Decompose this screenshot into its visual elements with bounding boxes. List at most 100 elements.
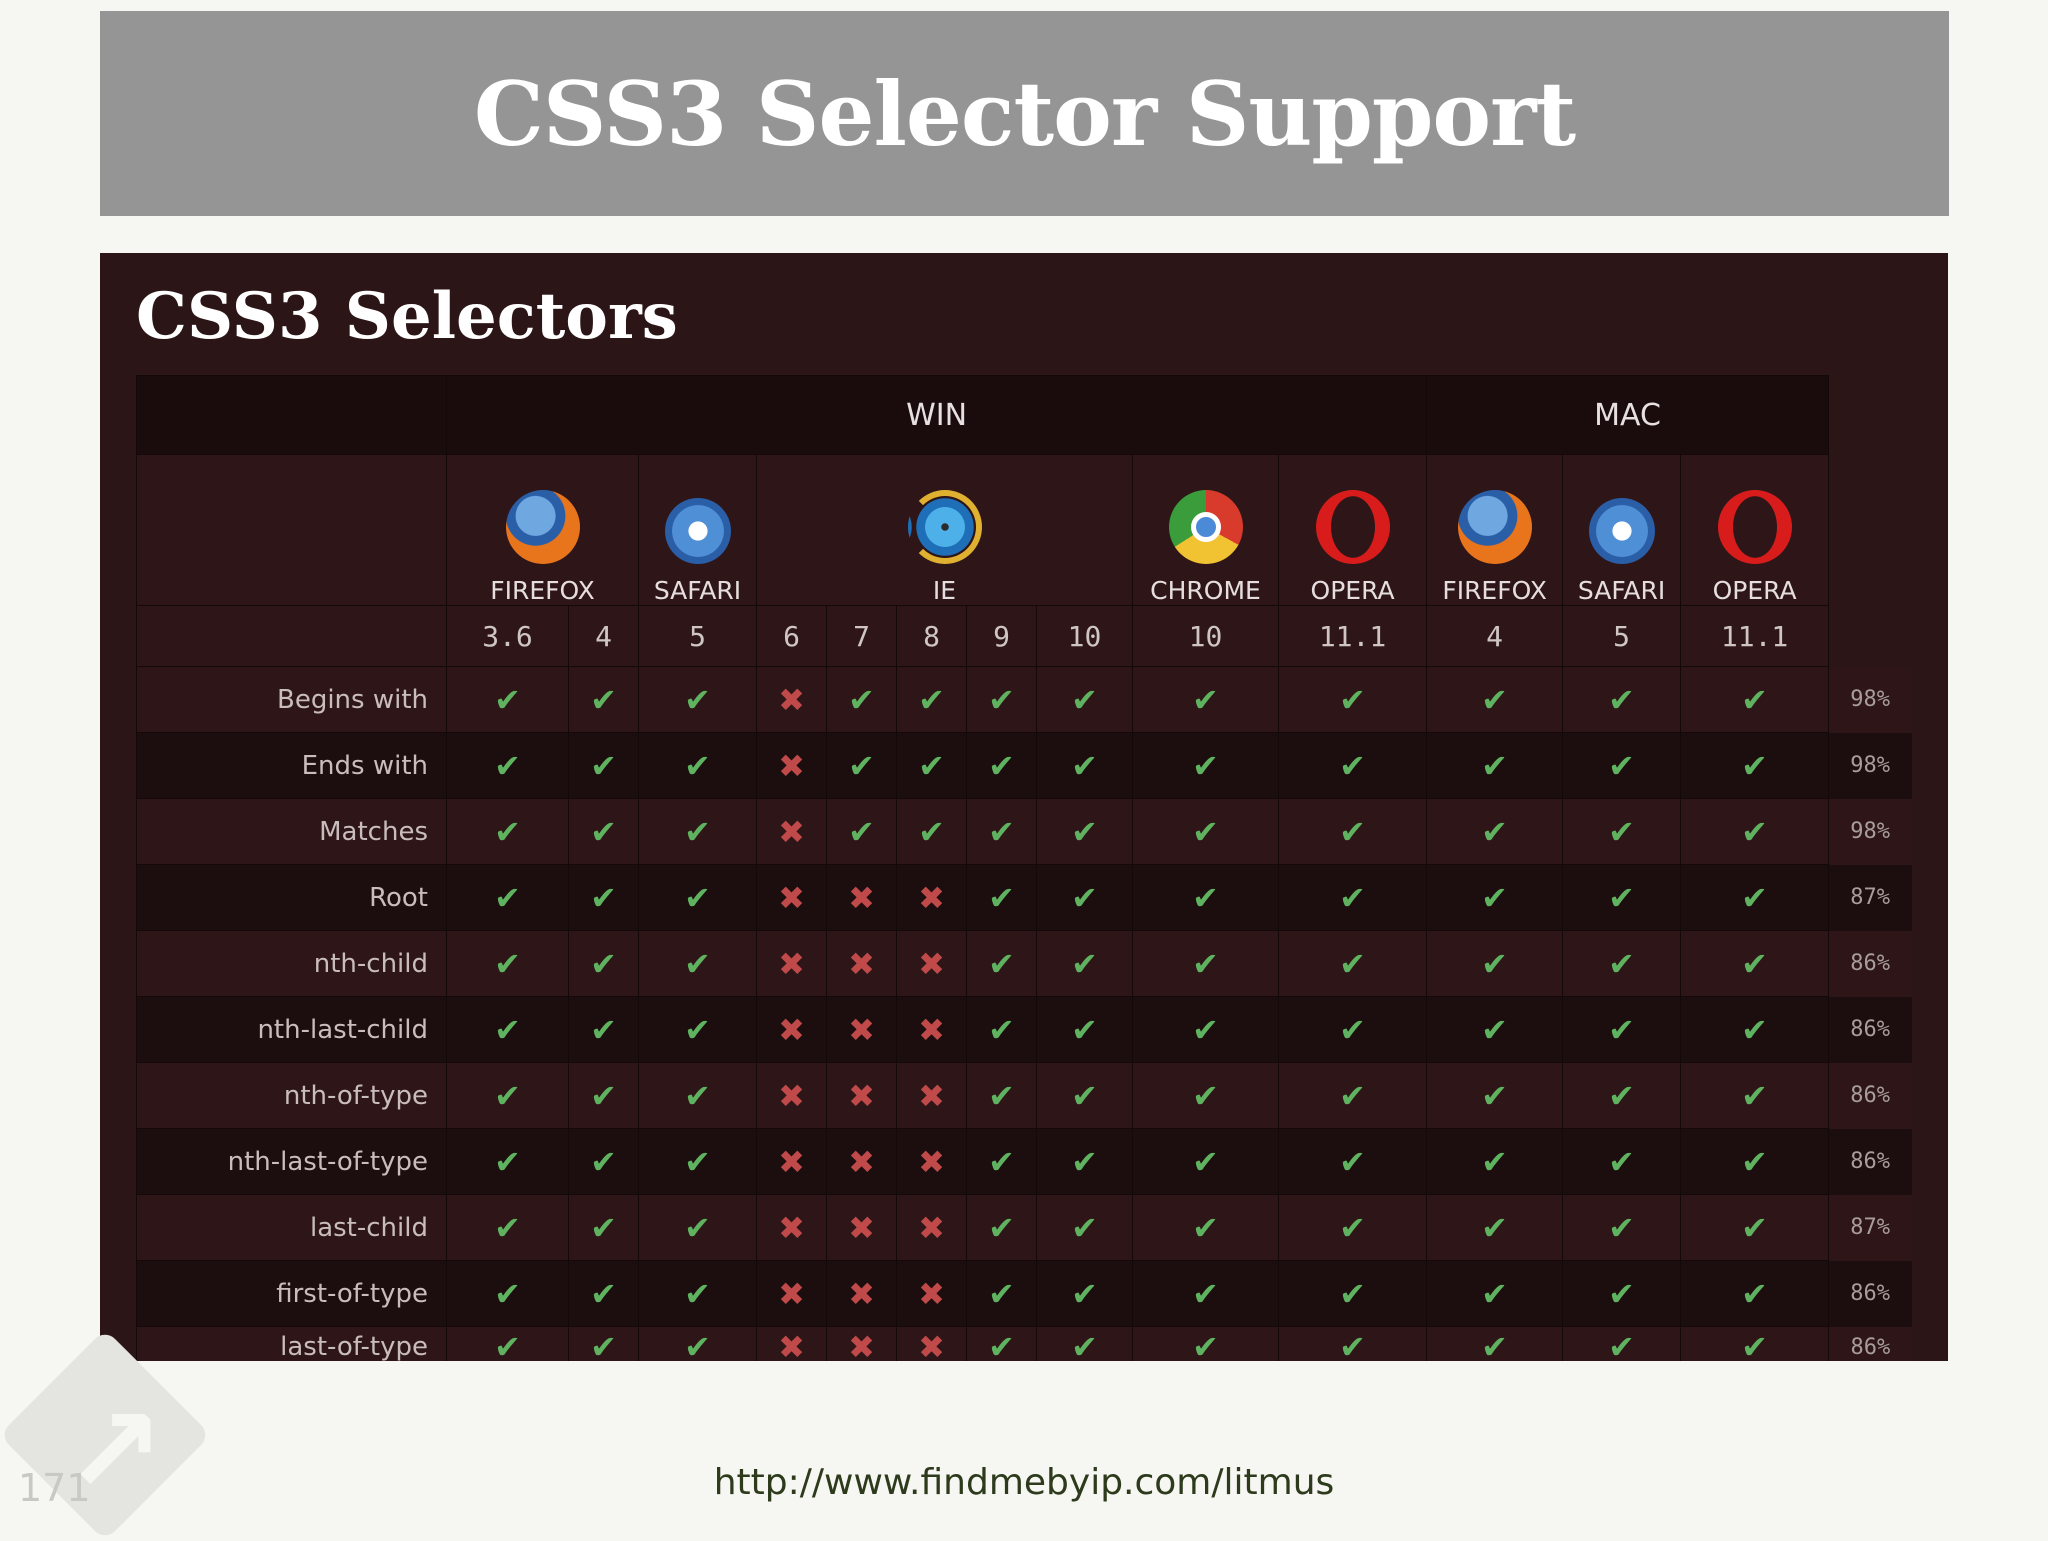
check-icon: ✔	[590, 1142, 617, 1181]
check-icon: ✔	[1481, 1208, 1508, 1247]
check-icon: ✔	[590, 1274, 617, 1313]
check-icon: ✔	[1741, 1328, 1768, 1361]
check-icon: ✔	[1192, 1076, 1219, 1115]
support-percent: 86%	[1828, 1326, 1912, 1361]
selector-label: last-of-type	[136, 1326, 447, 1361]
screenshot-title: CSS3 Selectors	[136, 279, 678, 354]
check-icon: ✔	[1741, 746, 1768, 785]
safari-icon	[1588, 498, 1655, 564]
check-icon: ✔	[1192, 878, 1219, 917]
check-icon: ✔	[684, 1274, 711, 1313]
check-icon: ✔	[1481, 1010, 1508, 1049]
check-icon: ✔	[1481, 1076, 1508, 1115]
check-icon: ✔	[1608, 1328, 1635, 1361]
cross-icon: ✖	[848, 944, 875, 983]
table-row: last-of-type ✔ ✔ ✔ ✖ ✖ ✖ ✔ ✔ ✔ ✔ ✔ ✔ ✔ 86%	[136, 1326, 1912, 1361]
check-icon: ✔	[684, 746, 711, 785]
check-icon: ✔	[1071, 944, 1098, 983]
check-icon: ✔	[1608, 812, 1635, 851]
browser-header-row: FIREFOX SAFARI IE CHROME OPERA FIREFOX S…	[136, 454, 1912, 606]
support-percent: 86%	[1828, 930, 1912, 997]
check-icon: ✔	[494, 746, 521, 785]
check-icon: ✔	[1608, 878, 1635, 917]
check-icon: ✔	[1339, 944, 1366, 983]
version-cell: 5	[1562, 605, 1682, 667]
check-icon: ✔	[1071, 812, 1098, 851]
check-icon: ✔	[1741, 680, 1768, 719]
cross-icon: ✖	[778, 1274, 805, 1313]
check-icon: ✔	[1481, 812, 1508, 851]
cross-icon: ✖	[848, 1208, 875, 1247]
check-icon: ✔	[1192, 812, 1219, 851]
check-icon: ✔	[1339, 1142, 1366, 1181]
check-icon: ✔	[1741, 1010, 1768, 1049]
check-icon: ✔	[684, 878, 711, 917]
browser-safari-mac: SAFARI	[1562, 454, 1682, 606]
check-icon: ✔	[494, 878, 521, 917]
check-icon: ✔	[1741, 1142, 1768, 1181]
check-icon: ✔	[590, 1010, 617, 1049]
cross-icon: ✖	[778, 1142, 805, 1181]
version-cell: 3.6	[446, 605, 569, 667]
cross-icon: ✖	[778, 746, 805, 785]
support-table: WIN MAC FIREFOX SAFARI IE CHROME OPERA F…	[136, 375, 1912, 1361]
support-percent: 86%	[1828, 996, 1912, 1063]
version-cell: 4	[568, 605, 639, 667]
check-icon: ✔	[1192, 1274, 1219, 1313]
support-percent: 98%	[1828, 732, 1912, 799]
browser-opera-mac: OPERA	[1680, 454, 1830, 606]
check-icon: ✔	[1481, 878, 1508, 917]
check-icon: ✔	[848, 680, 875, 719]
table-row: nth-last-child ✔ ✔ ✔ ✖ ✖ ✖ ✔ ✔ ✔ ✔ ✔ ✔ ✔ 86%	[136, 996, 1912, 1063]
check-icon: ✔	[494, 944, 521, 983]
check-icon: ✔	[1339, 812, 1366, 851]
check-icon: ✔	[1741, 944, 1768, 983]
check-icon: ✔	[988, 812, 1015, 851]
check-icon: ✔	[1481, 1328, 1508, 1361]
check-icon: ✔	[1481, 1274, 1508, 1313]
selector-label: last-child	[136, 1194, 447, 1261]
cross-icon: ✖	[778, 944, 805, 983]
check-icon: ✔	[494, 1208, 521, 1247]
cross-icon: ✖	[848, 1274, 875, 1313]
check-icon: ✔	[1608, 746, 1635, 785]
check-icon: ✔	[1608, 680, 1635, 719]
table-row: Begins with ✔ ✔ ✔ ✖ ✔ ✔ ✔ ✔ ✔ ✔ ✔ ✔ ✔ 98%	[136, 666, 1912, 733]
selector-label: Root	[136, 864, 447, 931]
check-icon: ✔	[1741, 1076, 1768, 1115]
check-icon: ✔	[684, 1076, 711, 1115]
version-cell: 7	[826, 605, 897, 667]
check-icon: ✔	[918, 746, 945, 785]
check-icon: ✔	[1339, 1328, 1366, 1361]
version-cell: 9	[966, 605, 1037, 667]
check-icon: ✔	[590, 1328, 617, 1361]
check-icon: ✔	[590, 812, 617, 851]
check-icon: ✔	[1339, 1208, 1366, 1247]
cross-icon: ✖	[918, 1208, 945, 1247]
check-icon: ✔	[1339, 1274, 1366, 1313]
check-icon: ✔	[590, 944, 617, 983]
support-percent: 86%	[1828, 1260, 1912, 1327]
cross-icon: ✖	[918, 1328, 945, 1361]
selector-label: nth-child	[136, 930, 447, 997]
support-percent: 86%	[1828, 1062, 1912, 1129]
check-icon: ✔	[918, 680, 945, 719]
cross-icon: ✖	[918, 1274, 945, 1313]
check-icon: ✔	[1481, 944, 1508, 983]
check-icon: ✔	[1741, 1208, 1768, 1247]
platform-header-row: WIN MAC	[136, 375, 1912, 455]
cross-icon: ✖	[848, 878, 875, 917]
check-icon: ✔	[988, 878, 1015, 917]
chrome-icon	[1168, 490, 1243, 564]
check-icon: ✔	[1741, 812, 1768, 851]
opera-icon	[1717, 490, 1792, 564]
cross-icon: ✖	[778, 1076, 805, 1115]
check-icon: ✔	[1071, 1328, 1098, 1361]
browser-firefox-win: FIREFOX	[446, 454, 639, 606]
check-icon: ✔	[1741, 878, 1768, 917]
selector-label: Matches	[136, 798, 447, 865]
source-url: http://www.findmebyip.com/litmus	[713, 1462, 1335, 1503]
check-icon: ✔	[494, 1142, 521, 1181]
table-row: Root ✔ ✔ ✔ ✖ ✖ ✖ ✔ ✔ ✔ ✔ ✔ ✔ ✔ 87%	[136, 864, 1912, 931]
version-cell: 8	[896, 605, 967, 667]
